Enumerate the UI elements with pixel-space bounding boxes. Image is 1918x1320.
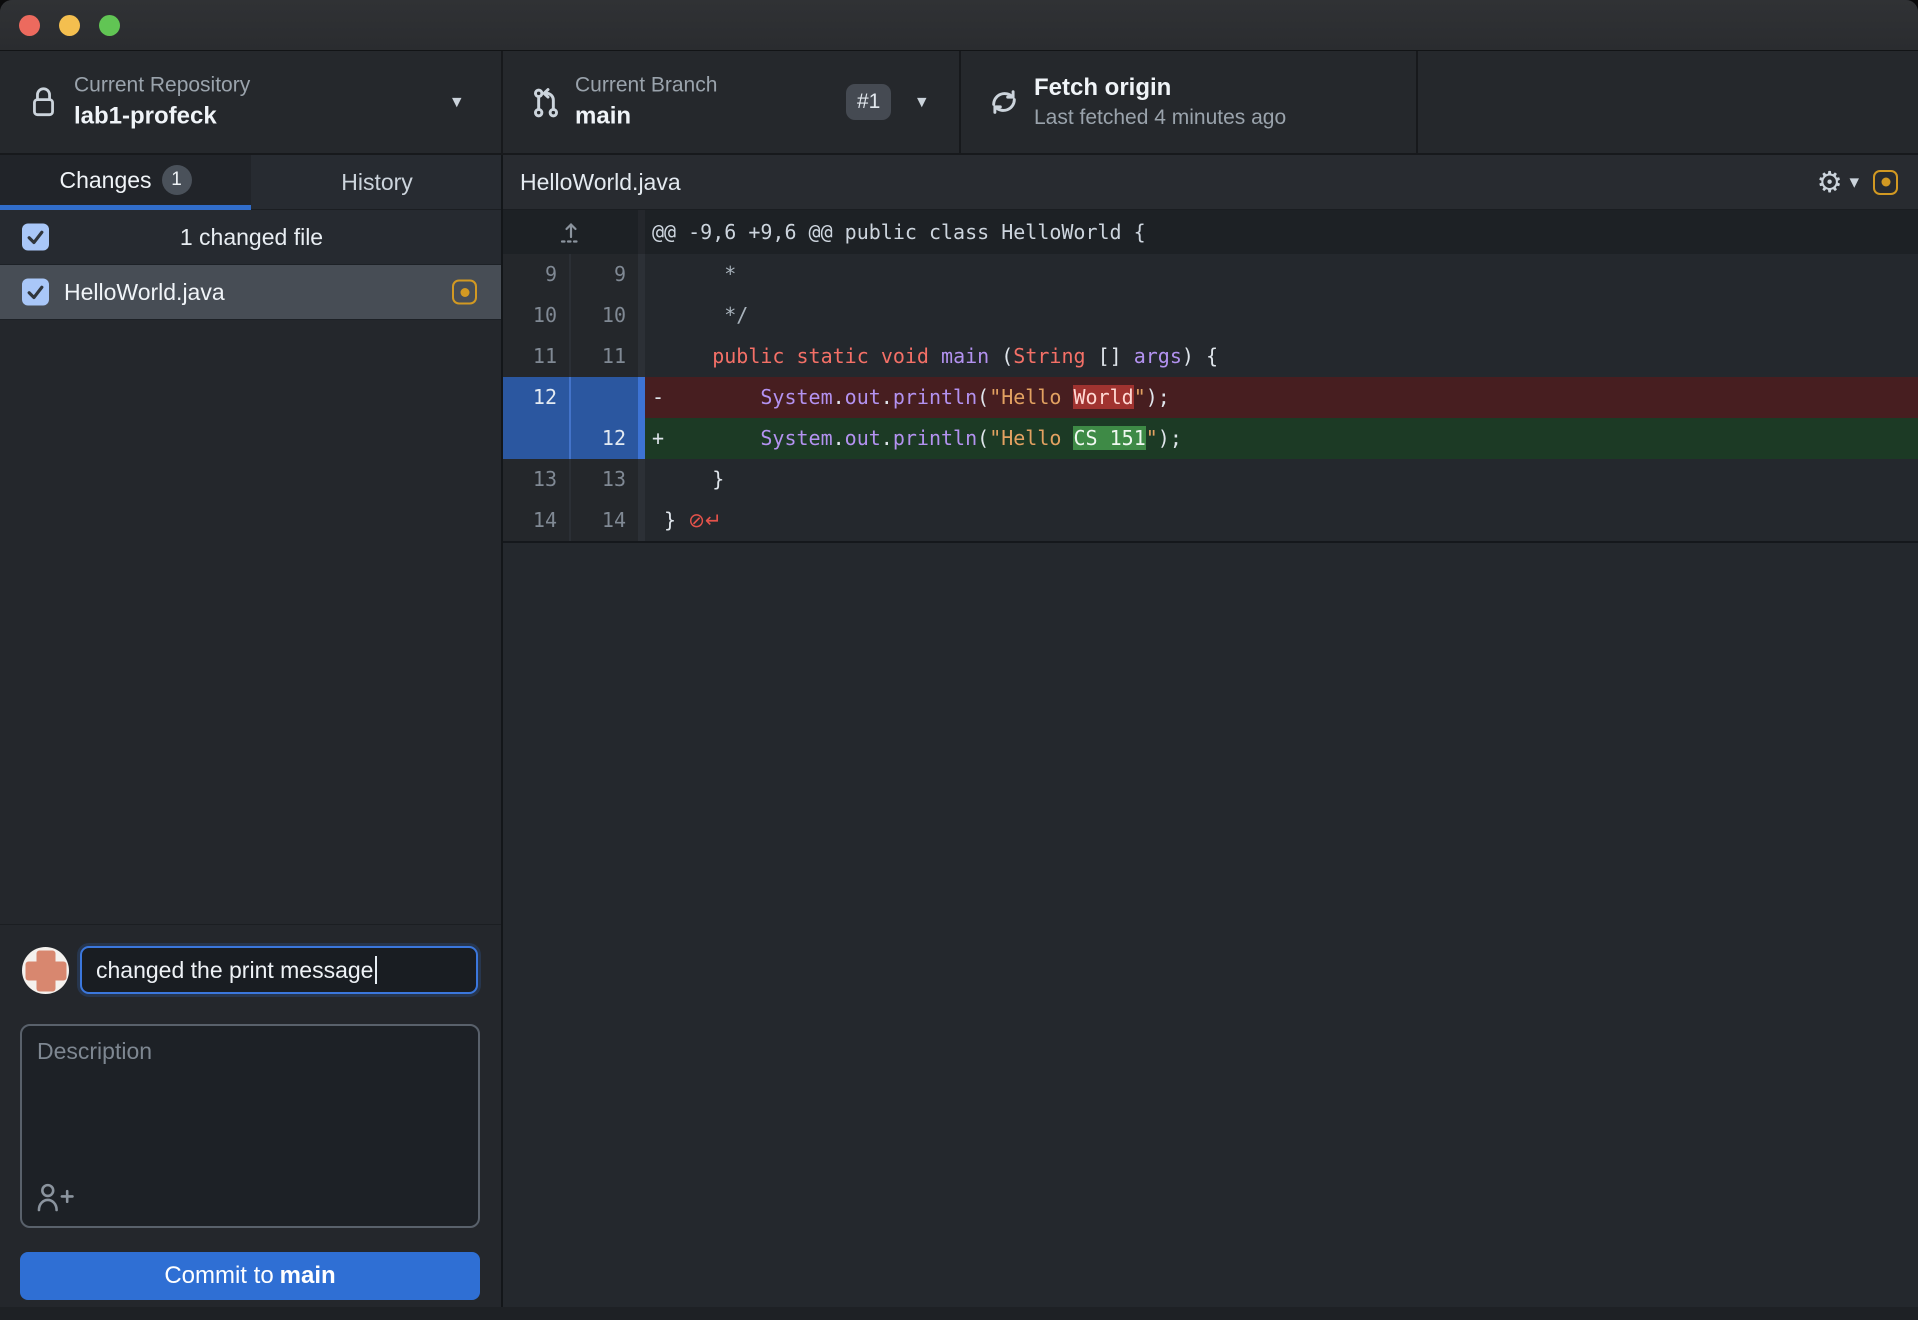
new-line-number[interactable]: 11 xyxy=(571,336,638,377)
tab-changes-label: Changes xyxy=(59,167,151,194)
commit-summary-value: changed the print message xyxy=(96,957,373,984)
current-repository-button[interactable]: Current Repository lab1-profeck ▾ xyxy=(0,51,503,153)
add-coauthor-icon[interactable] xyxy=(36,1180,76,1214)
sync-icon xyxy=(987,85,1021,119)
fetch-origin-title: Fetch origin xyxy=(1034,74,1286,102)
toolbar: Current Repository lab1-profeck ▾ Curren… xyxy=(0,51,1918,155)
code-line: } ⊘↵ xyxy=(638,500,1918,541)
diff-pane: HelloWorld.java ⚙ ▾ @@ -9,6 +9,6 @@ publ… xyxy=(503,155,1918,1320)
changes-count-badge: 1 xyxy=(162,165,192,195)
tab-changes[interactable]: Changes 1 xyxy=(0,155,251,210)
code-line: } xyxy=(638,459,1918,500)
description-placeholder: Description xyxy=(37,1038,152,1065)
chevron-down-icon: ▾ xyxy=(1849,173,1859,192)
diff-file-header: HelloWorld.java ⚙ ▾ xyxy=(503,155,1918,210)
text-cursor xyxy=(375,956,377,984)
pane-divider[interactable] xyxy=(501,155,503,1320)
code-line: - System.out.println("Hello World"); xyxy=(638,377,1918,418)
tab-history-label: History xyxy=(341,169,413,196)
minimize-window-button[interactable] xyxy=(59,15,80,36)
current-branch-button[interactable]: Current Branch main #1 ▾ xyxy=(503,51,961,153)
commit-to-main-button[interactable]: Commit to main xyxy=(20,1252,480,1300)
commit-button-branch: main xyxy=(280,1262,336,1290)
fetch-origin-subtitle: Last fetched 4 minutes ago xyxy=(1034,106,1286,130)
modified-status-icon xyxy=(452,280,477,305)
file-row-helloworld[interactable]: HelloWorld.java xyxy=(0,265,503,320)
diff-line-row[interactable]: 1111 public static void main (String [] … xyxy=(503,336,1918,377)
diff-line-row[interactable]: 1414 } ⊘↵ xyxy=(503,500,1918,541)
expand-hunk-button[interactable] xyxy=(503,210,638,254)
old-line-number[interactable]: 12 xyxy=(503,377,571,418)
current-branch-value: main xyxy=(575,103,717,131)
changed-files-summary: 1 changed file xyxy=(0,210,503,264)
code-line: * xyxy=(638,254,1918,295)
gear-icon: ⚙ xyxy=(1816,168,1842,197)
changes-sidebar: Changes 1 History 1 changed file HelloWo… xyxy=(0,155,503,1320)
changed-files-header-row: 1 changed file xyxy=(0,210,503,265)
diff-rows: @@ -9,6 +9,6 @@ public class HelloWorld … xyxy=(503,210,1918,543)
diff-hunk-header-row: @@ -9,6 +9,6 @@ public class HelloWorld … xyxy=(503,210,1918,254)
code-line: + System.out.println("Hello CS 151"); xyxy=(638,418,1918,459)
fetch-origin-button[interactable]: Fetch origin Last fetched 4 minutes ago xyxy=(961,51,1418,153)
code-line: */ xyxy=(638,295,1918,336)
diff-line-row[interactable]: 99 * xyxy=(503,254,1918,295)
avatar xyxy=(22,947,69,994)
commit-summary-input[interactable]: changed the print message xyxy=(80,946,478,994)
sidebar-tabs: Changes 1 History xyxy=(0,155,503,210)
titlebar xyxy=(0,0,1918,51)
commit-description-textarea[interactable]: Description xyxy=(20,1024,480,1228)
diff-options-button[interactable]: ⚙ ▾ xyxy=(1816,168,1859,197)
new-line-number[interactable] xyxy=(571,377,638,418)
github-desktop-window: Current Repository lab1-profeck ▾ Curren… xyxy=(0,0,1918,1320)
old-line-number[interactable]: 13 xyxy=(503,459,571,500)
old-line-number[interactable]: 9 xyxy=(503,254,571,295)
modified-status-icon xyxy=(1873,170,1898,195)
old-line-number[interactable] xyxy=(503,418,571,459)
new-line-number[interactable]: 12 xyxy=(571,418,638,459)
new-line-number[interactable]: 10 xyxy=(571,295,638,336)
current-branch-label: Current Branch xyxy=(575,74,717,98)
new-line-number[interactable]: 14 xyxy=(571,500,638,541)
new-line-number[interactable]: 13 xyxy=(571,459,638,500)
git-branch-icon xyxy=(530,84,562,120)
chevron-down-icon: ▾ xyxy=(917,93,927,112)
diff-file-title: HelloWorld.java xyxy=(520,155,681,209)
diff-line-row[interactable]: 1010 */ xyxy=(503,295,1918,336)
file-name: HelloWorld.java xyxy=(64,265,225,319)
current-repository-value: lab1-profeck xyxy=(74,103,250,131)
lock-icon xyxy=(29,85,58,119)
pull-request-number-badge: #1 xyxy=(846,84,891,120)
commit-button-prefix: Commit to xyxy=(164,1262,273,1290)
close-window-button[interactable] xyxy=(19,15,40,36)
new-line-number[interactable]: 9 xyxy=(571,254,638,295)
diff-line-row[interactable]: 12 - System.out.println("Hello World"); xyxy=(503,377,1918,418)
diff-line-row[interactable]: 12+ System.out.println("Hello CS 151"); xyxy=(503,418,1918,459)
file-checkbox[interactable] xyxy=(22,279,49,306)
old-line-number[interactable]: 14 xyxy=(503,500,571,541)
old-line-number[interactable]: 11 xyxy=(503,336,571,377)
old-line-number[interactable]: 10 xyxy=(503,295,571,336)
tab-history[interactable]: History xyxy=(251,155,503,210)
diff-line-row[interactable]: 1313 } xyxy=(503,459,1918,500)
hunk-header-text: @@ -9,6 +9,6 @@ public class HelloWorld … xyxy=(638,210,1918,254)
chevron-down-icon: ▾ xyxy=(452,93,462,112)
commit-form: changed the print message Description Co… xyxy=(0,924,503,1320)
zoom-window-button[interactable] xyxy=(99,15,120,36)
code-line: public static void main (String [] args)… xyxy=(638,336,1918,377)
current-repository-label: Current Repository xyxy=(74,74,250,98)
window-bottom-edge xyxy=(0,1307,1918,1320)
